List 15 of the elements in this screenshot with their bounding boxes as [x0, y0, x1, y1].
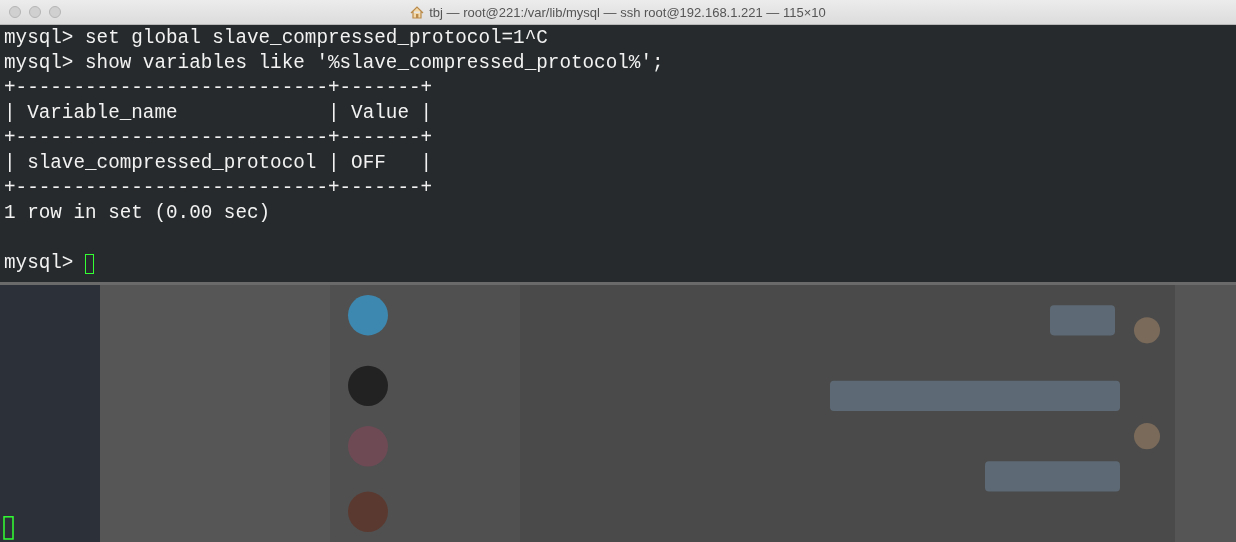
terminal-line: mysql> show variables like '%slave_compressed_protocol%';	[4, 51, 665, 76]
house-icon	[410, 5, 425, 19]
window-title: tbj — root@221:/var/lib/mysql — ssh root@192.168.1.221 — 115×10	[429, 4, 826, 20]
terminal-line: 1 row in set (0.00 sec)	[4, 201, 272, 226]
zoom-button[interactable]	[49, 6, 61, 18]
terminal-line: +---------------------------+-------+	[4, 76, 434, 101]
close-button[interactable]	[9, 6, 21, 18]
terminal-line: mysql> set global slave_compressed_protocol=1^C	[4, 26, 549, 51]
terminal-line: +---------------------------+-------+	[4, 176, 434, 201]
minimize-button[interactable]	[29, 6, 41, 18]
text-cursor	[85, 253, 95, 274]
terminal-line: | Variable_name | Value |	[4, 101, 434, 126]
terminal-prompt: mysql>	[4, 251, 74, 276]
terminal-line: | slave_compressed_protocol | OFF |	[4, 151, 434, 176]
terminal-line: +---------------------------+-------+	[4, 126, 434, 151]
